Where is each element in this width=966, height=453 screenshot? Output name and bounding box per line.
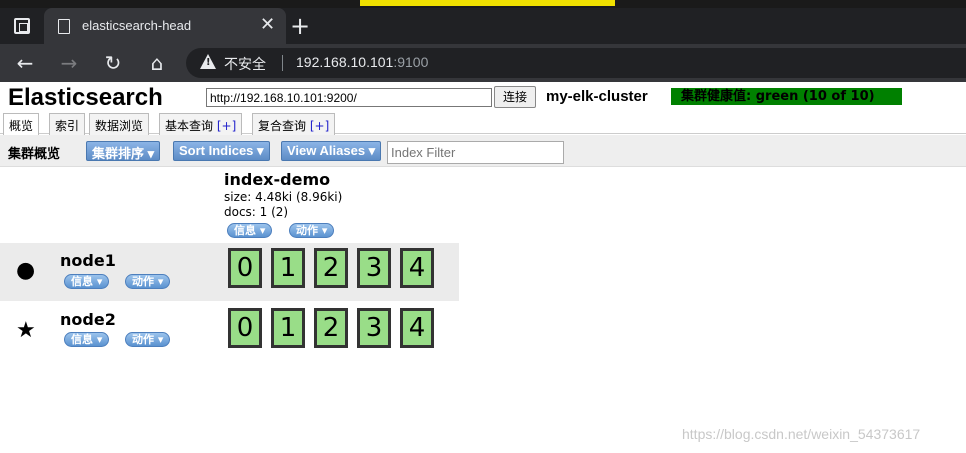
star-node-icon: ★ [16,318,36,343]
top-highlight [360,0,615,6]
index-size: size: 4.48ki (8.96ki) [224,190,343,204]
tab-close-icon[interactable]: ✕ [260,14,275,35]
new-tab-icon[interactable]: + [290,12,310,40]
shard-box[interactable]: 1 [271,308,305,348]
forward-icon[interactable]: → [56,50,82,76]
shard-box[interactable]: 0 [228,248,262,288]
cluster-health-badge: 集群健康值: green (10 of 10) [671,88,902,105]
shard-box[interactable]: 3 [357,308,391,348]
tab-compound-query-label: 复合查询 [258,119,307,133]
browser-tab[interactable]: elasticsearch-head ✕ [44,8,286,44]
tab-browser-label: 数据浏览 [95,119,144,133]
url-text[interactable]: 192.168.10.101:9100 [296,54,428,70]
tab-indices-label: 索引 [55,119,80,133]
index-name: index-demo [224,170,331,189]
shard-box[interactable]: 1 [271,248,305,288]
page-favicon-icon [58,19,70,34]
url-port: :9100 [393,54,429,70]
tab-basic-query-label: 基本查询 [165,119,214,133]
shard-box[interactable]: 4 [400,248,434,288]
node-info-button[interactable]: 信息 ▾ [64,274,110,289]
sort-indices-dropdown[interactable]: Sort Indices ▾ [173,141,270,161]
tab-overview-label: 概览 [9,119,34,133]
reload-icon[interactable]: ↻ [100,50,126,76]
node-name: node2 [60,310,116,329]
browser-tab-title: elasticsearch-head [82,18,192,33]
shard-box[interactable]: 0 [228,308,262,348]
address-bar[interactable]: ! 不安全 192.168.10.101:9100 [186,48,966,78]
tab-compound-query[interactable]: 复合查询 [+] [252,113,336,135]
node-name: node1 [60,251,116,270]
overview-label: 集群概览 [8,147,61,162]
omnibox-divider [282,55,283,71]
window-menu-icon[interactable] [14,18,30,34]
tab-compound-query-plus[interactable]: [+] [310,119,329,133]
tabstrip-top-edge [0,0,966,8]
connect-url-input[interactable] [206,88,492,107]
shard-box[interactable]: 4 [400,308,434,348]
cluster-sort-dropdown[interactable]: 集群排序 ▾ [86,141,161,161]
tab-basic-query-plus[interactable]: [+] [217,119,236,133]
shard-box[interactable]: 2 [314,308,348,348]
node-action-button[interactable]: 动作 ▾ [125,332,171,347]
index-info-button[interactable]: 信息 ▾ [227,223,273,238]
back-icon[interactable]: ← [12,50,38,76]
cluster-name: my-elk-cluster [546,88,648,105]
app-title: Elasticsearch [8,84,163,111]
shard-box[interactable]: 2 [314,248,348,288]
master-node-icon: ● [16,258,36,283]
app-tabs: 概览 索引 数据浏览 基本查询 [+] 复合查询 [+] [0,110,966,136]
tab-indices[interactable]: 索引 [49,113,86,135]
tab-basic-query[interactable]: 基本查询 [+] [159,113,243,135]
index-docs: docs: 1 (2) [224,205,289,219]
url-host: 192.168.10.101 [296,54,394,70]
view-aliases-dropdown[interactable]: View Aliases ▾ [281,141,382,161]
connect-button[interactable]: 连接 [494,86,536,108]
tab-browser[interactable]: 数据浏览 [89,113,150,135]
index-action-button[interactable]: 动作 ▾ [289,223,335,238]
index-filter-input[interactable] [387,141,564,164]
security-status[interactable]: 不安全 [224,54,266,74]
tab-overview[interactable]: 概览 [3,113,40,136]
node-action-button[interactable]: 动作 ▾ [125,274,171,289]
home-icon[interactable]: ⌂ [144,50,170,76]
node-info-button[interactable]: 信息 ▾ [64,332,110,347]
overview-controls: 集群概览 集群排序 ▾ Sort Indices ▾ View Aliases … [0,135,966,167]
shard-box[interactable]: 3 [357,248,391,288]
watermark-text: https://blog.csdn.net/weixin_54373617 [682,426,921,442]
browser-toolbar: ← → ↻ ⌂ ! 不安全 192.168.10.101:9100 [0,44,966,82]
browser-tabstrip: elasticsearch-head ✕ + [0,0,966,44]
